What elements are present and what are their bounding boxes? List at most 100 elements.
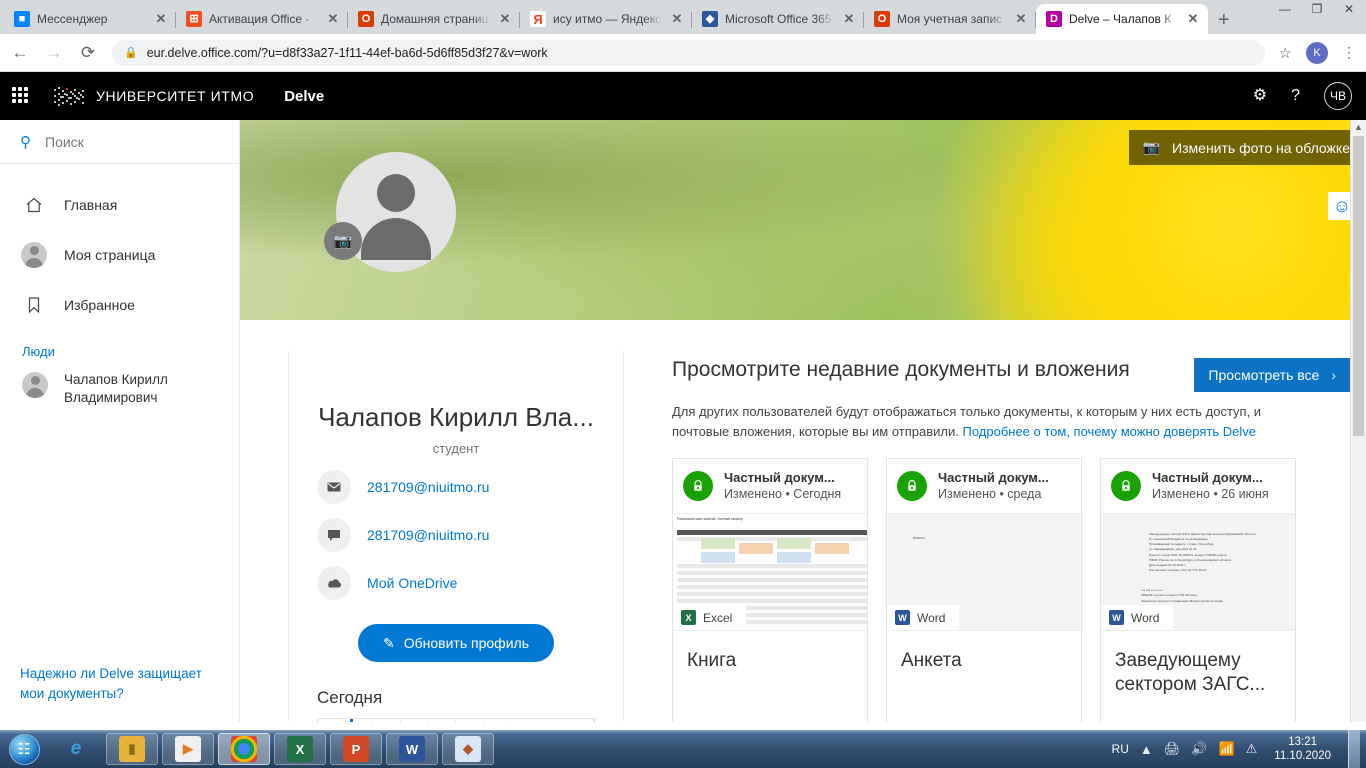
browser-tab[interactable]: O Моя учетная запис ✕ (864, 4, 1036, 34)
close-window-icon[interactable]: ✕ (1338, 2, 1360, 16)
taskbar-powerpoint[interactable]: P (330, 733, 382, 765)
media-player-icon: ▶ (175, 736, 201, 762)
update-profile-button[interactable]: ✎ Обновить профиль (358, 624, 554, 662)
printer-icon[interactable]: 🖨 (1164, 741, 1181, 757)
taskbar-file-explorer[interactable]: ▮ (106, 733, 158, 765)
word-icon: W (1109, 610, 1124, 626)
maximize-icon[interactable]: ❐ (1306, 2, 1328, 16)
tab-title: Моя учетная запис (897, 12, 1003, 26)
browser-tab[interactable]: ■ Мессенджер ✕ (4, 4, 176, 34)
contact-row-chat[interactable]: 281709@niuitmo.ru (317, 518, 595, 552)
view-all-button[interactable]: Просмотреть все › (1194, 358, 1350, 392)
tab-title: Microsoft Office 365 (725, 12, 832, 26)
browser-tab-active[interactable]: D Delve – Чалапов К ✕ (1036, 4, 1208, 34)
office-icon: O (874, 11, 890, 27)
document-card[interactable]: Частный докум... Изменено • Сегодня Расп… (672, 458, 868, 722)
action-center-icon[interactable]: ⚠ (1246, 741, 1258, 757)
gear-icon[interactable]: ⚙ (1253, 88, 1267, 104)
profile-job-title: студент (432, 441, 480, 456)
network-icon[interactable]: 📶 (1218, 741, 1234, 757)
start-button[interactable]: ☷ (2, 732, 46, 766)
word-icon: W (399, 736, 425, 762)
contact-row-email[interactable]: 281709@niuitmo.ru (317, 470, 595, 504)
show-hidden-icons-icon[interactable]: ▲ (1140, 742, 1153, 757)
taskbar-chrome[interactable]: ● (218, 733, 270, 765)
view-all-label: Просмотреть все (1208, 367, 1320, 383)
reload-icon[interactable]: ⟳ (78, 43, 98, 63)
browser-tab-bar: ■ Мессенджер ✕ ⊞ Активация Office - ✕ O … (0, 0, 1366, 34)
close-icon[interactable]: ✕ (1014, 11, 1028, 27)
delve-security-link[interactable]: Надежно ли Delve защищает мои документы? (0, 664, 239, 705)
close-icon[interactable]: ✕ (842, 11, 856, 27)
address-bar[interactable]: 🔒 eur.delve.office.com/?u=d8f33a27-1f11-… (112, 39, 1265, 66)
scrollbar-thumb[interactable] (1353, 136, 1364, 436)
sidebar-item-home[interactable]: Главная (0, 180, 239, 230)
today-timeline[interactable] (317, 718, 595, 722)
close-icon[interactable]: ✕ (154, 11, 168, 27)
new-tab-button[interactable]: + (1208, 10, 1240, 34)
sidebar-person-name: Чалапов Кирилл Владимирович (64, 372, 168, 406)
profile-onedrive-link[interactable]: Мой OneDrive (367, 575, 457, 591)
close-icon[interactable]: ✕ (498, 11, 512, 27)
itmo-logo: УНИВЕРСИТЕТ ИТМО (52, 85, 254, 107)
taskbar-media-player[interactable]: ▶ (162, 733, 214, 765)
browser-profile-avatar[interactable]: K (1306, 41, 1328, 64)
taskbar-clock[interactable]: 13:21 11.10.2020 (1268, 735, 1337, 764)
search-row[interactable]: ⚲ (0, 120, 239, 164)
app-name[interactable]: Delve (284, 88, 324, 105)
close-icon[interactable]: ✕ (326, 11, 340, 27)
browser-tab[interactable]: ⊞ Активация Office - ✕ (176, 4, 348, 34)
forward-icon[interactable]: → (44, 43, 64, 63)
page-scrollbar[interactable]: ▲ (1350, 120, 1366, 722)
document-card[interactable]: Частный докум... Изменено • 26 июня Заве… (1100, 458, 1296, 722)
document-title[interactable]: Анкета (887, 631, 1081, 722)
contact-row-onedrive[interactable]: Мой OneDrive (317, 566, 595, 600)
sidebar-item-favorites[interactable]: Избранное (0, 280, 239, 330)
close-icon[interactable]: ✕ (670, 11, 684, 27)
taskbar-internet-explorer[interactable]: e (50, 733, 102, 765)
profile-email[interactable]: 281709@niuitmo.ru (367, 479, 489, 495)
minimize-icon[interactable]: — (1274, 2, 1296, 16)
app-launcher-icon[interactable] (12, 87, 30, 105)
browser-menu-icon[interactable]: ⋮ (1342, 44, 1356, 61)
bookmark-star-icon[interactable]: ☆ (1279, 44, 1292, 62)
suite-header: УНИВЕРСИТЕТ ИТМО Delve ⚙ ? ЧВ (0, 72, 1366, 120)
paint-icon: ◆ (455, 736, 481, 762)
file-explorer-icon: ▮ (119, 736, 145, 762)
show-desktop-button[interactable] (1348, 730, 1360, 768)
user-avatar[interactable]: ЧВ (1324, 82, 1352, 110)
close-icon[interactable]: ✕ (1186, 11, 1200, 27)
chrome-icon: ● (231, 736, 257, 762)
browser-tab[interactable]: O Домашняя страниц ✕ (348, 4, 520, 34)
taskbar-paint[interactable]: ◆ (442, 733, 494, 765)
sidebar-item-my-page[interactable]: Моя страница (0, 230, 239, 280)
person-icon (21, 242, 47, 268)
scroll-up-icon[interactable]: ▲ (1351, 120, 1366, 132)
volume-icon[interactable]: 🔊 (1191, 741, 1207, 757)
lock-icon (1111, 471, 1141, 502)
cover-photo: 📷 Изменить фото на обложке ☺ 📷 (240, 120, 1366, 320)
document-title[interactable]: Заведующему сектором ЗАГС... (1101, 631, 1295, 722)
taskbar-excel[interactable]: X (274, 733, 326, 765)
profile-chat-address[interactable]: 281709@niuitmo.ru (367, 527, 489, 543)
back-icon[interactable]: ← (10, 43, 30, 63)
app-tag: W Word (1101, 605, 1174, 631)
search-input[interactable] (45, 133, 195, 150)
sidebar-person-item[interactable]: Чалапов Кирилл Владимирович (0, 367, 239, 407)
browser-tab[interactable]: ◆ Microsoft Office 365 ✕ (692, 4, 864, 34)
help-icon[interactable]: ? (1291, 88, 1300, 104)
delve-icon: D (1046, 11, 1062, 27)
trust-delve-link[interactable]: Подробнее о том, почему можно доверять D… (962, 424, 1256, 439)
document-title[interactable]: Книга (673, 631, 867, 722)
change-cover-photo-button[interactable]: 📷 Изменить фото на обложке (1128, 130, 1366, 165)
document-card[interactable]: Частный докум... Изменено • среда Анкета… (886, 458, 1082, 722)
taskbar-word[interactable]: W (386, 733, 438, 765)
language-indicator[interactable]: RU (1112, 742, 1129, 756)
change-avatar-camera-icon[interactable]: 📷 (324, 222, 362, 260)
document-thumbnail: Заведующему сектора ЗАГС Министерства юс… (1101, 513, 1295, 632)
profile-card: Чалапов Кирилл Вла... студент 281709@niu… (288, 350, 624, 722)
app-name: Excel (703, 610, 733, 625)
browser-tab[interactable]: Я ису итмо — Яндекс ✕ (520, 4, 692, 34)
word-icon: W (895, 610, 910, 626)
change-cover-photo-label: Изменить фото на обложке (1172, 139, 1350, 156)
